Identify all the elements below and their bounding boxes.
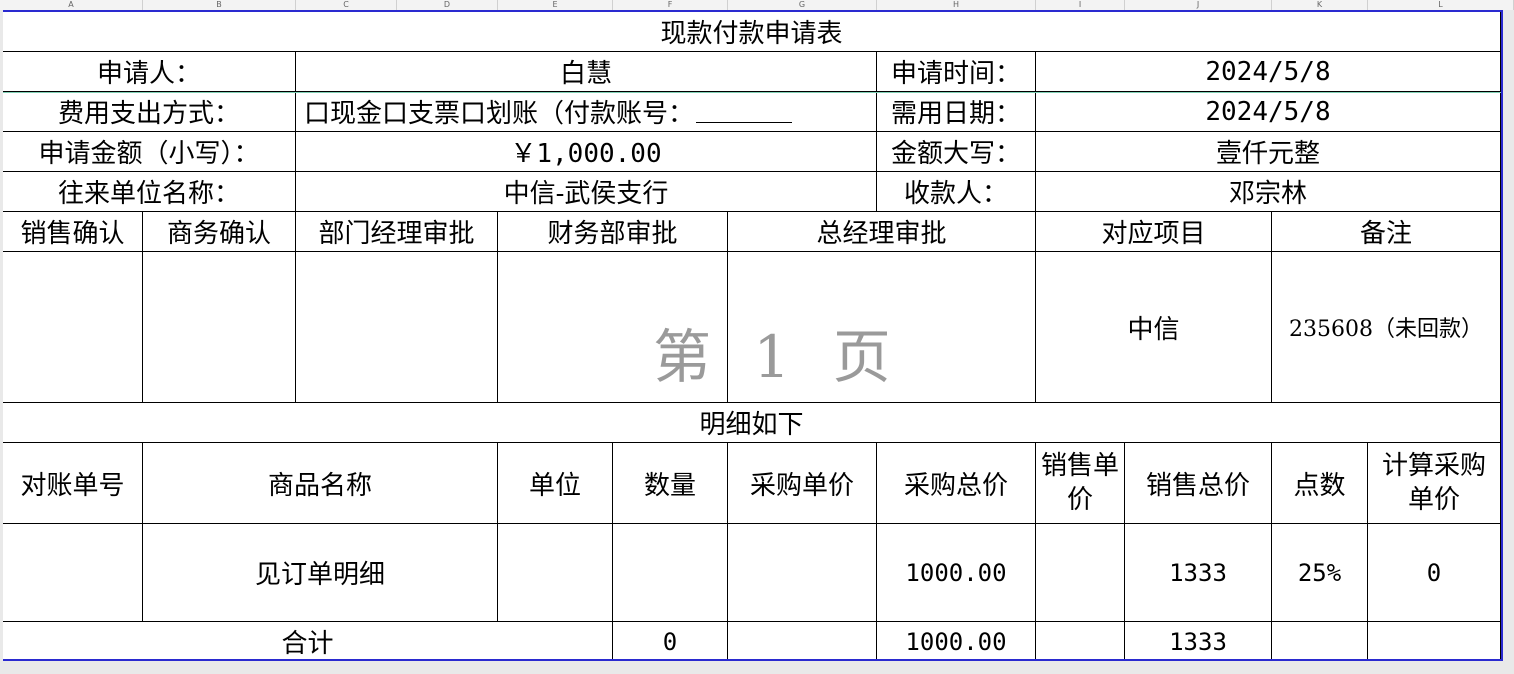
- detail-purchase-unit-price[interactable]: [728, 524, 877, 622]
- page-watermark: 第 1 页: [653, 323, 903, 391]
- detail-sale-total[interactable]: 1333: [1125, 524, 1272, 622]
- total-label[interactable]: 合计: [3, 622, 613, 659]
- column-header-h[interactable]: H: [877, 0, 1036, 10]
- column-header-bar: A B C D E F G H I J K L: [0, 0, 1514, 10]
- remark-value[interactable]: 235608（未回款）: [1272, 252, 1501, 403]
- total-purchase-total[interactable]: 1000.00: [877, 622, 1036, 659]
- column-header-b[interactable]: B: [143, 0, 296, 10]
- column-header-f[interactable]: F: [613, 0, 728, 10]
- total-sale-total[interactable]: 1333: [1125, 622, 1272, 659]
- project-header[interactable]: 对应项目: [1036, 212, 1272, 252]
- dept-manager-header[interactable]: 部门经理审批: [296, 212, 498, 252]
- column-header-g[interactable]: G: [728, 0, 877, 10]
- total-purchase-unit-price[interactable]: [728, 622, 877, 659]
- sales-confirm-header[interactable]: 销售确认: [3, 212, 143, 252]
- applicant-label[interactable]: 申请人：: [3, 52, 296, 92]
- payee-label[interactable]: 收款人：: [877, 172, 1036, 212]
- payment-method-text: 口现金口支票口划账（付款账号：: [304, 99, 695, 129]
- detail-header-unit[interactable]: 单位: [498, 443, 613, 524]
- apply-time-label[interactable]: 申请时间：: [877, 52, 1036, 92]
- detail-header-points[interactable]: 点数: [1272, 443, 1368, 524]
- need-date-value[interactable]: 2024/5/8: [1036, 92, 1501, 132]
- details-heading[interactable]: 明细如下: [3, 403, 1501, 443]
- detail-purchase-total[interactable]: 1000.00: [877, 524, 1036, 622]
- detail-quantity[interactable]: [613, 524, 728, 622]
- detail-header-purchase-unit-price[interactable]: 采购单价: [728, 443, 877, 524]
- payee-value[interactable]: 邓宗林: [1036, 172, 1501, 212]
- amount-upper-label[interactable]: 金额大写：: [877, 132, 1036, 172]
- column-header-e[interactable]: E: [498, 0, 613, 10]
- account-number-blank: [696, 100, 793, 123]
- column-header-i[interactable]: I: [1036, 0, 1125, 10]
- column-header-j[interactable]: J: [1125, 0, 1272, 10]
- detail-header-purchase-total[interactable]: 采购总价: [877, 443, 1036, 524]
- detail-header-sale-unit-price[interactable]: 销售单价: [1036, 443, 1125, 524]
- partner-label[interactable]: 往来单位名称：: [3, 172, 296, 212]
- total-quantity[interactable]: 0: [613, 622, 728, 659]
- project-value[interactable]: 中信: [1036, 252, 1272, 403]
- detail-sale-unit-price[interactable]: [1036, 524, 1125, 622]
- detail-header-quantity[interactable]: 数量: [613, 443, 728, 524]
- form-title[interactable]: 现款付款申请表: [3, 12, 1501, 52]
- column-header-d[interactable]: D: [397, 0, 498, 10]
- column-header-a[interactable]: A: [0, 0, 143, 10]
- apply-time-value[interactable]: 2024/5/8: [1036, 52, 1501, 92]
- total-points[interactable]: [1272, 622, 1368, 659]
- partner-value[interactable]: 中信-武侯支行: [296, 172, 877, 212]
- freeze-pane-line: [3, 92, 1501, 93]
- detail-product-name[interactable]: 见订单明细: [143, 524, 498, 622]
- spreadsheet-grid: 现款付款申请表 申请人： 白慧 申请时间： 2024/5/8 费用支出方式： 口…: [3, 10, 1503, 661]
- detail-statement-no[interactable]: [3, 524, 143, 622]
- detail-header-sale-total[interactable]: 销售总价: [1125, 443, 1272, 524]
- detail-unit[interactable]: [498, 524, 613, 622]
- detail-header-product-name[interactable]: 商品名称: [143, 443, 498, 524]
- detail-calc-purchase-unit-price[interactable]: 0: [1368, 524, 1501, 622]
- detail-points[interactable]: 25%: [1272, 524, 1368, 622]
- column-header-c[interactable]: C: [296, 0, 397, 10]
- detail-header-statement-no[interactable]: 对账单号: [3, 443, 143, 524]
- sales-confirm-cell[interactable]: [3, 252, 143, 403]
- need-date-label[interactable]: 需用日期：: [877, 92, 1036, 132]
- applicant-value[interactable]: 白慧: [296, 52, 877, 92]
- finance-dept-header[interactable]: 财务部审批: [498, 212, 728, 252]
- remark-header[interactable]: 备注: [1272, 212, 1501, 252]
- general-manager-header[interactable]: 总经理审批: [728, 212, 1036, 252]
- payment-method-value[interactable]: 口现金口支票口划账（付款账号：: [296, 92, 877, 132]
- detail-header-calc-purchase-unit-price[interactable]: 计算采购单价: [1368, 443, 1501, 524]
- column-header-k[interactable]: K: [1272, 0, 1368, 10]
- business-confirm-cell[interactable]: [143, 252, 296, 403]
- dept-manager-cell[interactable]: [296, 252, 498, 403]
- amount-value[interactable]: ￥1,000.00: [296, 132, 877, 172]
- business-confirm-header[interactable]: 商务确认: [143, 212, 296, 252]
- total-sale-unit-price[interactable]: [1036, 622, 1125, 659]
- total-calc-purchase-unit-price[interactable]: [1368, 622, 1501, 659]
- amount-label[interactable]: 申请金额（小写）：: [3, 132, 296, 172]
- payment-method-label[interactable]: 费用支出方式：: [3, 92, 296, 132]
- amount-upper-value[interactable]: 壹仟元整: [1036, 132, 1501, 172]
- column-header-l[interactable]: L: [1368, 0, 1514, 10]
